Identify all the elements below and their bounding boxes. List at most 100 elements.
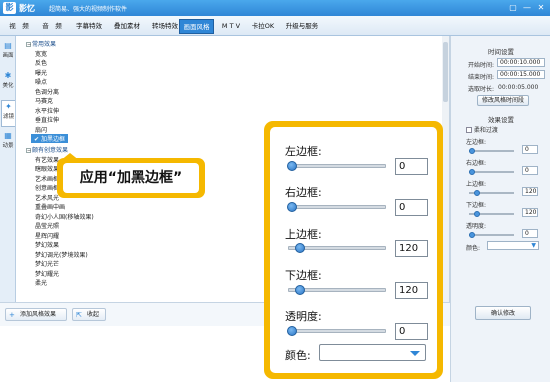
tab-upgrade[interactable]: 升级与服务 [280, 19, 324, 34]
tree-item[interactable]: 梦幻耀光 [35, 269, 59, 278]
tree-item[interactable]: 星辉闪耀 [35, 231, 59, 240]
slider-knob[interactable] [287, 326, 297, 336]
modify-time-button[interactable]: 修改风格时间段 [477, 95, 529, 106]
tree-item[interactable]: 艺术风光 [35, 193, 59, 202]
zoom-bottom-border-label: 下边框: [285, 269, 322, 282]
confirm-button[interactable]: 确认修改 [475, 306, 531, 320]
zoom-left-border-slider[interactable] [287, 161, 386, 171]
side-tab-filter[interactable]: ✦ 滤镜 [1, 100, 15, 127]
slider-knob[interactable] [474, 211, 480, 217]
scrollbar[interactable] [442, 36, 449, 302]
slider-knob[interactable] [474, 190, 480, 196]
time-settings-title: 时间设置 [488, 48, 514, 56]
collapse-button[interactable]: ⇱ 收起 [72, 308, 106, 321]
tree-item[interactable]: 噪点 [35, 77, 47, 86]
tab-mtv[interactable]: M T V [216, 19, 246, 34]
film-icon: ▤ [4, 41, 12, 50]
add-style-button[interactable]: + 添加风格效果 [5, 308, 67, 321]
tree-item[interactable]: 水平拉伸 [35, 106, 59, 115]
color-select[interactable]: ▼ [487, 241, 539, 250]
zoom-right-border-slider[interactable] [287, 202, 386, 212]
zoom-bottom-border-slider[interactable] [288, 285, 386, 295]
callout-text: 应用“加黑边框” [63, 163, 199, 193]
zoom-top-border-slider[interactable] [288, 243, 386, 253]
tree-item[interactable]: 艺术画框 [35, 174, 59, 183]
slider-knob[interactable] [287, 202, 297, 212]
opacity-slider[interactable] [469, 232, 514, 238]
bottom-border-input[interactable]: 120 [522, 208, 538, 217]
tree-item[interactable]: 重叠画中画 [35, 202, 65, 211]
end-time-label: 结束时间: [468, 74, 495, 81]
tree-item[interactable]: 梦幻光芒 [35, 259, 59, 268]
maximize-icon[interactable]: ▢ [507, 2, 519, 13]
slider-knob[interactable] [469, 232, 475, 238]
tab-karaoke[interactable]: 卡拉OK [248, 19, 278, 34]
tree-item[interactable]: 垂直拉伸 [35, 115, 59, 124]
close-icon[interactable]: ✕ [535, 2, 547, 13]
tab-subtitle-effects[interactable]: 字幕特效 [70, 19, 108, 34]
bottom-border-slider[interactable] [469, 211, 514, 217]
tree-item[interactable]: 梦幻效果 [35, 240, 59, 249]
slider-knob[interactable] [295, 285, 305, 295]
opacity-input[interactable]: 0 [522, 229, 538, 238]
tree-item[interactable]: 晶莹光照 [35, 221, 59, 230]
zoom-bottom-border-input[interactable]: 120 [395, 282, 428, 299]
slider-knob[interactable] [287, 161, 297, 171]
tree-item[interactable]: 马赛克 [35, 96, 53, 105]
zoom-top-border-input[interactable]: 120 [395, 240, 428, 257]
settings-panel: 时间设置 开始时间: 00:00:10.000 结束时间: 00:00:15.0… [450, 36, 550, 382]
slider-knob[interactable] [295, 243, 305, 253]
zoom-opacity-slider[interactable] [287, 326, 386, 336]
minimize-icon[interactable]: — [521, 2, 533, 13]
tree-item[interactable]: 有艺效果 [35, 155, 59, 164]
right-border-slider[interactable] [469, 169, 514, 175]
tab-style[interactable]: 画面风格 [179, 19, 214, 34]
tree-item[interactable]: 反色 [35, 58, 47, 67]
slider-knob[interactable] [469, 169, 475, 175]
top-border-slider[interactable] [469, 190, 514, 196]
tab-audio[interactable]: 音 频 [36, 19, 68, 34]
tree-item[interactable]: 色调分离 [35, 87, 59, 96]
left-border-input[interactable]: 0 [522, 145, 538, 154]
color-label: 颜色: [466, 245, 481, 252]
zoom-left-border-input[interactable]: 0 [395, 158, 428, 175]
zoom-right-border-label: 右边框: [285, 186, 322, 199]
duration-label: 选取时长: [468, 86, 495, 93]
tree-item[interactable]: 宽宽 [35, 49, 47, 58]
start-time-label: 开始时间: [468, 62, 495, 69]
right-border-input[interactable]: 0 [522, 166, 538, 175]
tree-item[interactable]: 柔光 [35, 278, 47, 287]
zoom-panel: 左边框: 0 右边框: 0 上边框: 120 下边框: 120 透明度: 0 颜… [264, 121, 443, 379]
tree-item-selected[interactable]: ✔ 加黑边框 [31, 134, 68, 143]
side-tab-beautify[interactable]: ✱ 美化 [1, 70, 15, 97]
opacity-label: 透明度: [466, 223, 487, 230]
zoom-color-select[interactable] [319, 344, 426, 361]
tree-item[interactable]: 曝光 [35, 68, 47, 77]
top-border-input[interactable]: 120 [522, 187, 538, 196]
tree-category[interactable]: −常用效果 [26, 39, 56, 48]
tree-item[interactable]: 瞎眼效果 [35, 164, 59, 173]
tree-item[interactable]: 奇幻小人国(移轴效果) [35, 212, 94, 221]
scrollbar-thumb[interactable] [443, 42, 448, 102]
left-border-label: 左边框: [466, 139, 487, 146]
left-border-slider[interactable] [469, 148, 514, 154]
scene-icon: ▦ [4, 131, 12, 140]
tree-item[interactable]: 创意画框 [35, 183, 59, 192]
zoom-opacity-input[interactable]: 0 [395, 323, 428, 340]
start-time-input[interactable]: 00:00:10.000 [497, 58, 545, 67]
tree-item[interactable]: 扇闪 [35, 125, 47, 134]
soft-transition-checkbox[interactable]: 柔和过渡 [466, 125, 498, 134]
end-time-input[interactable]: 00:00:15.000 [497, 70, 545, 79]
side-tab-picture[interactable]: ▤ 画面 [1, 40, 15, 67]
side-tab-scene[interactable]: ▦ 动景 [1, 130, 15, 157]
zoom-left-border-label: 左边框: [285, 145, 322, 158]
zoom-right-border-input[interactable]: 0 [395, 199, 428, 216]
app-logo-icon: 影 [3, 2, 16, 14]
tree-item[interactable]: 梦幻调光(梦境效果) [35, 250, 88, 259]
duration-value: 00:00:05.000 [498, 84, 539, 91]
menu-bar: 视 频 音 频 字幕特效 叠加素材 转场特效 画面风格 M T V 卡拉OK 升… [0, 16, 550, 36]
tab-overlay[interactable]: 叠加素材 [108, 19, 146, 34]
tab-video[interactable]: 视 频 [3, 19, 35, 34]
slider-knob[interactable] [469, 148, 475, 154]
bottom-border-label: 下边框: [466, 202, 487, 209]
